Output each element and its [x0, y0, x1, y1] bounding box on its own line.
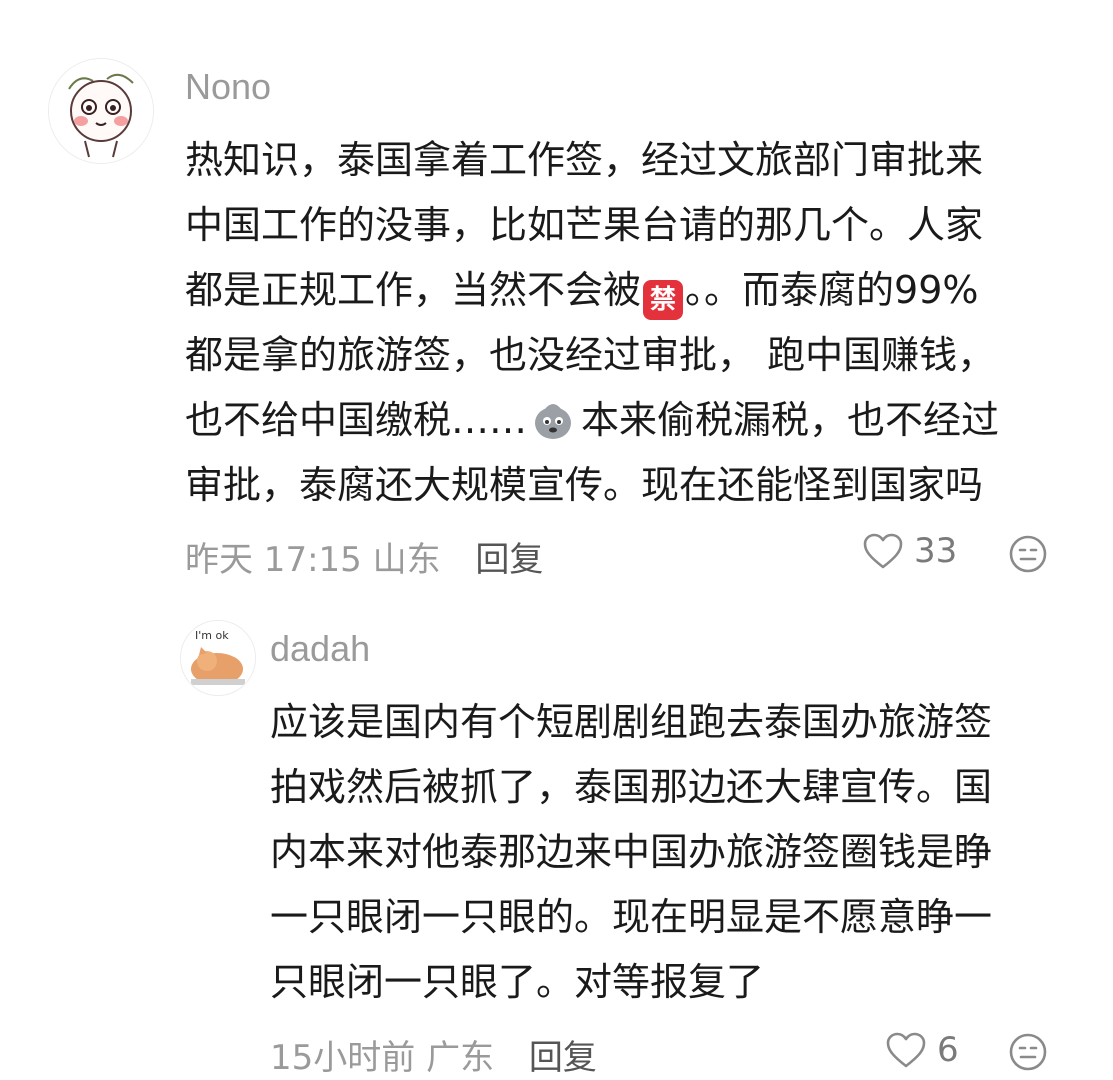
avatar[interactable]: I'm ok [180, 620, 256, 696]
comment-line-text: 本来偷税漏税，也不经过 [581, 398, 1000, 442]
comment-line: 拍戏然后被抓了，泰国那边还大肆宣传。国 [270, 765, 993, 809]
location: 山东 [372, 540, 441, 580]
comment-line: 内本来对他泰那边来中国办旅游签圈钱是睁 [270, 830, 993, 874]
comment-line: 都是拿的旅游签，也没经过审批， 跑中国赚钱， [185, 333, 996, 377]
timestamp: 15小时前 [270, 1038, 416, 1078]
comment-meta: 昨天 17:15 山东 回复 [185, 532, 543, 581]
username[interactable]: dadah [270, 628, 370, 670]
comment-line: 应该是国内有个短剧剧组跑去泰国办旅游签 [270, 700, 993, 744]
like-button[interactable]: 33 [862, 531, 957, 571]
location: 广东 [426, 1038, 495, 1078]
heart-icon [863, 533, 903, 569]
emoji-reaction-icon[interactable] [1008, 1032, 1048, 1072]
comment-line: 一只眼闭一只眼的。现在明显是不愿意睁一 [270, 895, 993, 939]
comment-text: 热知识，泰国拿着工作签，经过文旅部门审批来 中国工作的没事，比如芒果台请的那几个… [185, 128, 999, 518]
comment-line: 都是正规工作，当然不会被禁。。而泰腐的99% [185, 258, 999, 323]
comment-line-text: 也不给中国缴税…… [185, 398, 528, 442]
reply-button[interactable]: 回复 [475, 540, 543, 580]
avatar[interactable] [48, 58, 154, 164]
timestamp: 昨天 17:15 [185, 540, 362, 580]
ban-emoji-icon: 禁 [643, 280, 684, 320]
cat-avatar-icon: I'm ok [181, 621, 255, 695]
comment-line: 审批，泰腐还大规模宣传。现在还能怪到国家吗 [185, 463, 984, 507]
comment-line: 只眼闭一只眼了。对等报复了 [270, 960, 765, 1004]
reply-button[interactable]: 回复 [529, 1038, 597, 1078]
comment-line: 热知识，泰国拿着工作签，经过文旅部门审批来 [185, 138, 984, 182]
emoji-reaction-icon[interactable] [1008, 534, 1048, 574]
comment-line-text: 。。而泰腐的99% [685, 268, 979, 312]
like-button[interactable]: 6 [885, 1030, 959, 1070]
sweat-emoji-icon [535, 404, 572, 439]
like-count: 6 [937, 1030, 959, 1070]
heart-icon [886, 1032, 926, 1068]
comment-line: 中国工作的没事，比如芒果台请的那几个。人家 [185, 203, 984, 247]
comment-text: 应该是国内有个短剧剧组跑去泰国办旅游签 拍戏然后被抓了，泰国那边还大肆宣传。国 … [270, 690, 992, 1015]
comment-line: 也不给中国缴税…… 本来偷税漏税，也不经过 [185, 388, 999, 453]
comment-line-text: 都是正规工作，当然不会被 [185, 268, 642, 312]
cartoon-avatar-icon [49, 59, 153, 163]
like-count: 33 [914, 531, 958, 571]
username[interactable]: Nono [185, 66, 271, 108]
comment-meta: 15小时前 广东 回复 [270, 1030, 597, 1079]
avatar-text: I'm ok [195, 629, 229, 642]
